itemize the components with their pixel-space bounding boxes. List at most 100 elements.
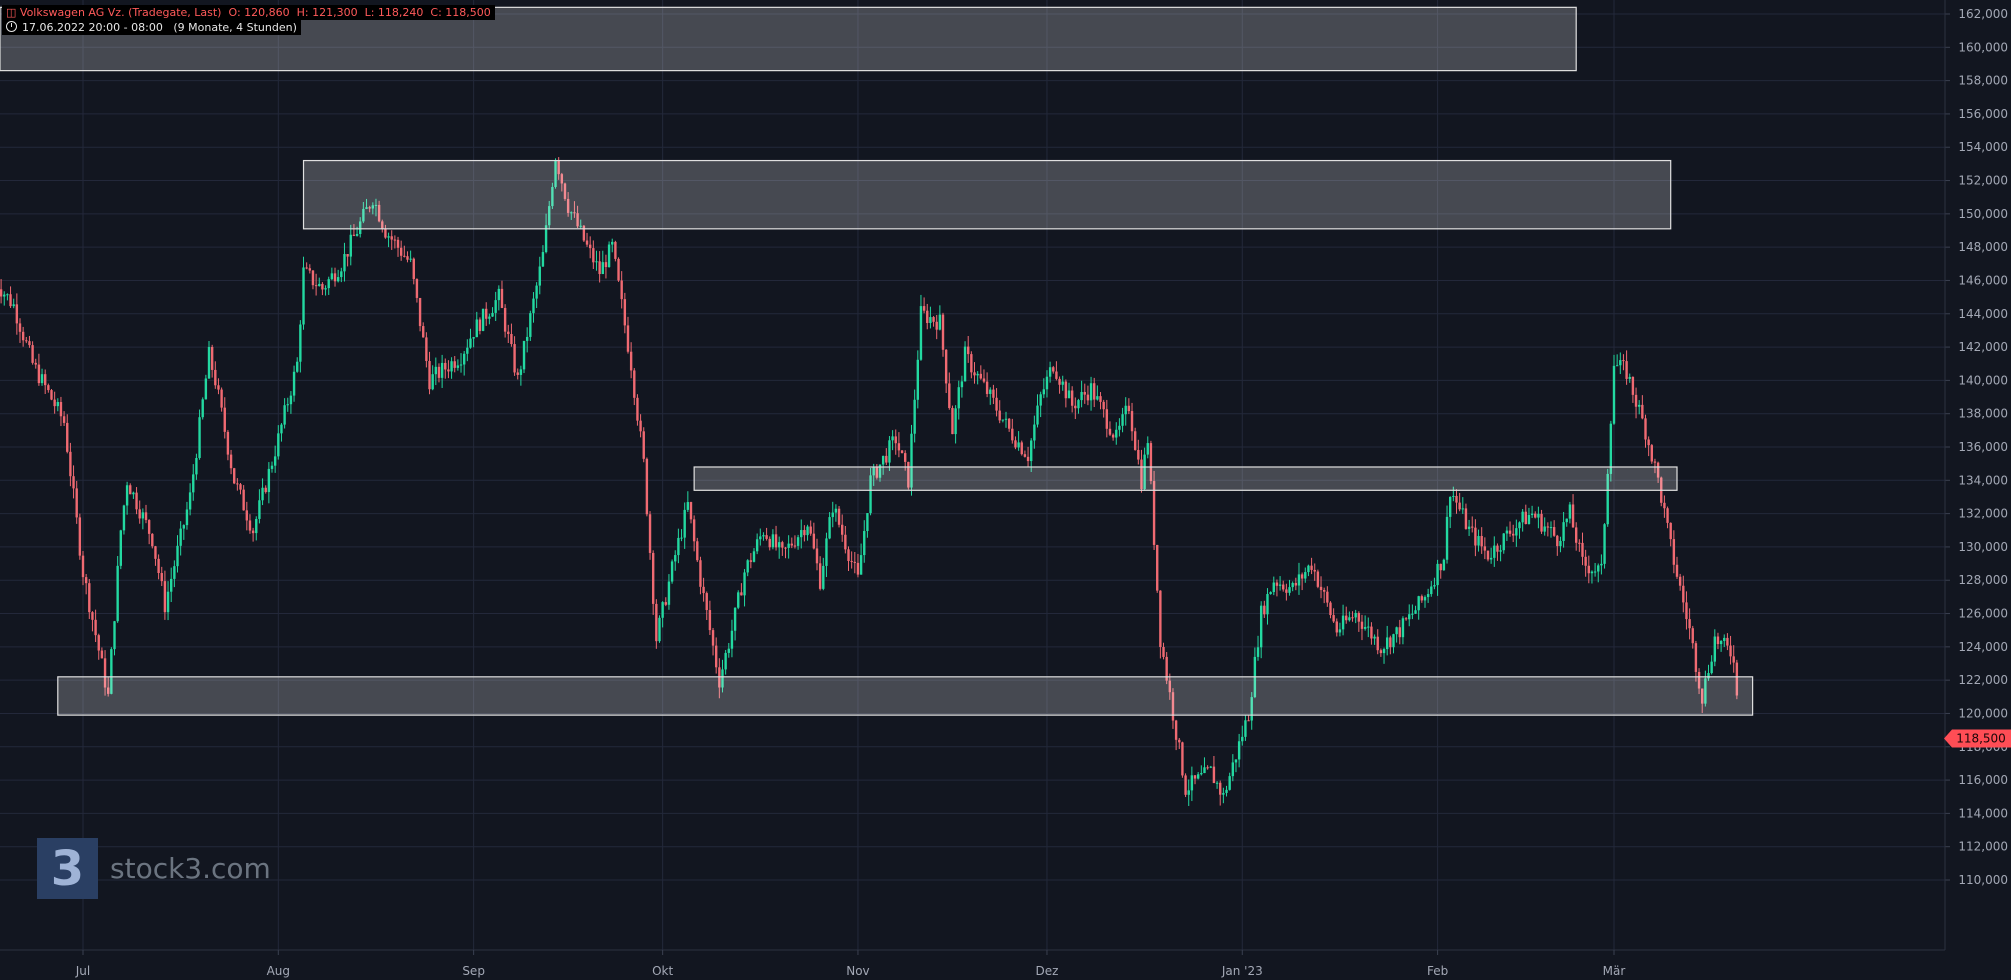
candle <box>897 443 901 451</box>
candle <box>1093 383 1096 400</box>
candle <box>891 436 894 441</box>
candle <box>686 502 690 510</box>
candle <box>299 324 302 362</box>
candle <box>674 555 677 562</box>
candle <box>1335 621 1338 633</box>
candle <box>428 361 431 390</box>
y-tick-label: 114,000 <box>1958 806 2008 820</box>
candle <box>434 366 438 375</box>
candlestick-chart[interactable]: 110,000112,000114,000116,000118,000120,0… <box>0 0 2011 980</box>
candle <box>53 399 56 407</box>
candle <box>1193 775 1197 779</box>
support-resistance-zone[interactable] <box>57 676 1754 716</box>
candle <box>803 530 806 536</box>
candle <box>1266 594 1269 615</box>
support-resistance-zone[interactable] <box>693 466 1678 491</box>
candle <box>1048 367 1052 377</box>
candle <box>1285 589 1288 593</box>
candle <box>1338 629 1342 633</box>
candle <box>944 349 948 384</box>
instrument-name: Volkswagen AG Vz. (Tradegate, Last) <box>19 6 222 19</box>
candle <box>1524 511 1527 525</box>
candle <box>119 530 123 566</box>
candle <box>91 612 94 620</box>
candle <box>800 530 803 538</box>
candle <box>1382 649 1386 654</box>
candle <box>289 395 293 405</box>
candle <box>1133 431 1137 450</box>
candle <box>541 252 545 267</box>
candle <box>1638 404 1641 407</box>
candle <box>69 451 72 477</box>
support-resistance-zone[interactable] <box>302 159 1672 230</box>
candle <box>163 581 167 613</box>
candle <box>125 485 129 506</box>
candle <box>1436 563 1439 586</box>
candle <box>132 492 135 495</box>
y-tick-label: 130,000 <box>1958 540 2008 554</box>
candle <box>264 487 267 493</box>
candle <box>15 304 19 324</box>
candle <box>746 560 749 573</box>
candle <box>204 378 208 400</box>
candle <box>72 476 75 489</box>
candle <box>1241 736 1244 742</box>
candle <box>138 509 141 519</box>
candle <box>396 239 400 248</box>
candle <box>129 485 132 495</box>
candle <box>850 560 853 562</box>
candle <box>1678 576 1682 586</box>
candle <box>469 338 472 348</box>
price-axis[interactable]: 110,000112,000114,000116,000118,000120,0… <box>1944 0 2008 950</box>
candle <box>352 234 356 236</box>
candle <box>1408 614 1411 620</box>
candle <box>639 420 642 432</box>
x-tick-label: Feb <box>1427 964 1448 978</box>
candle <box>447 369 450 372</box>
candle <box>475 319 478 338</box>
candle <box>806 526 809 536</box>
candle <box>1477 535 1480 546</box>
candle <box>519 369 523 375</box>
candle <box>963 346 967 382</box>
candle <box>658 617 661 642</box>
candle <box>595 261 598 263</box>
candle <box>1209 766 1212 768</box>
candle <box>192 474 195 493</box>
candle <box>888 440 891 463</box>
candle <box>75 488 78 518</box>
candle <box>355 233 359 236</box>
y-tick-label: 138,000 <box>1958 407 2008 421</box>
candle <box>1480 535 1483 547</box>
candle <box>759 536 762 540</box>
candle <box>740 592 743 596</box>
candle <box>516 372 519 375</box>
candle <box>1499 550 1502 552</box>
candle <box>1310 565 1313 570</box>
candle <box>226 431 230 455</box>
candle <box>507 331 510 335</box>
candle <box>727 648 730 653</box>
y-tick-label: 128,000 <box>1958 573 2008 587</box>
candle <box>327 279 330 289</box>
period-range: 17.06.2022 20:00 - 08:00 <box>22 21 163 34</box>
candle <box>1263 605 1266 615</box>
candle <box>255 518 258 534</box>
candle <box>1622 360 1625 362</box>
candle <box>809 526 812 534</box>
candle <box>324 288 327 290</box>
time-axis[interactable]: Jul Aug Sep Okt Nov Dez Jan '23 Feb Mär <box>0 949 1945 978</box>
candle <box>699 560 702 587</box>
candle <box>1096 396 1099 400</box>
candle <box>422 326 425 338</box>
candle <box>1593 571 1597 573</box>
candle <box>894 436 897 444</box>
candle <box>1502 533 1505 551</box>
candle <box>314 285 318 287</box>
candle <box>932 317 935 322</box>
candle <box>822 565 825 589</box>
candle <box>1370 626 1373 639</box>
candle <box>1244 720 1247 737</box>
candle-type-icon: ◫ <box>6 6 17 19</box>
candle <box>1464 508 1468 529</box>
